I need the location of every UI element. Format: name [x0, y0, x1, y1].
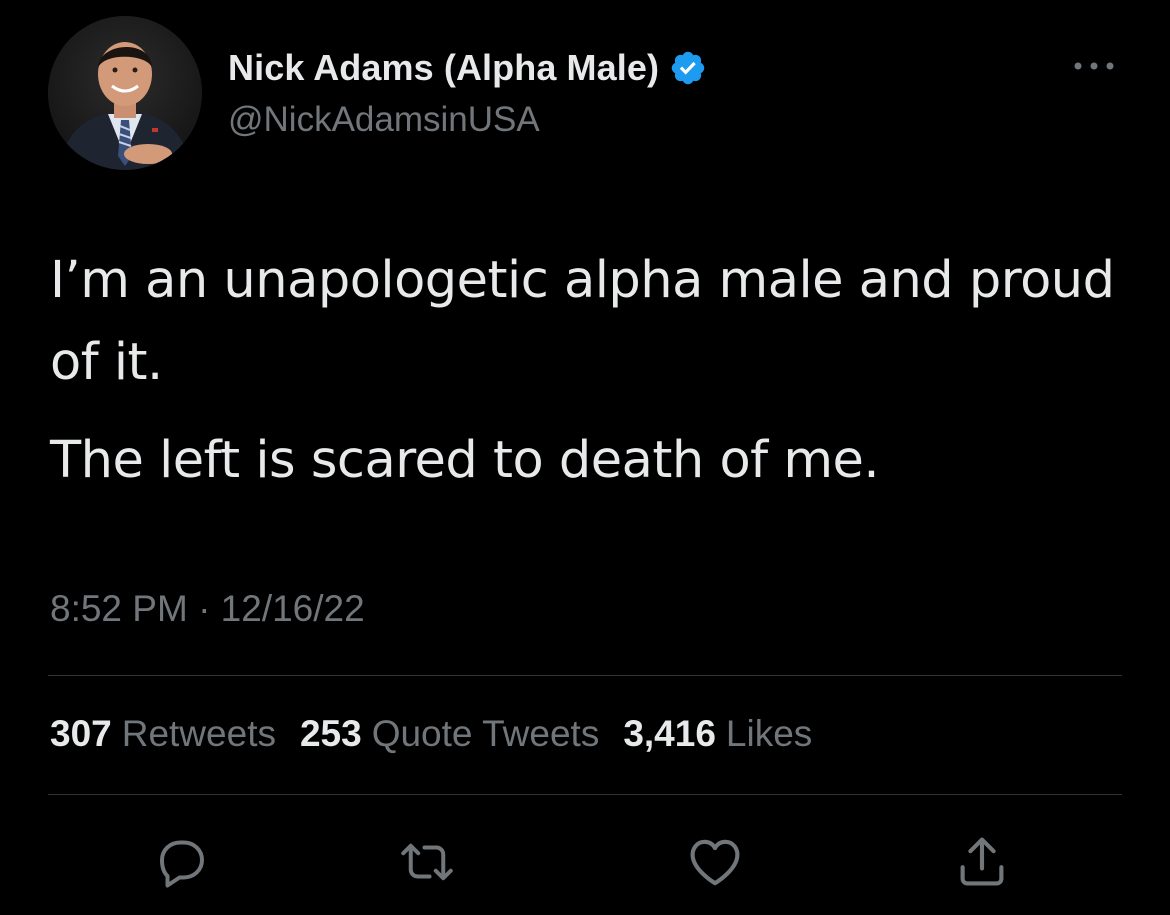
- avatar[interactable]: [48, 16, 202, 170]
- likes-label: Likes: [725, 713, 813, 754]
- tweet-card: Nick Adams (Alpha Male) @NickAdamsinUSA …: [0, 0, 1170, 915]
- quote-tweets-count: 253: [299, 713, 362, 754]
- tweet-paragraph: The left is scared to death of me.: [50, 431, 880, 490]
- tweet-timestamp[interactable]: 8:52 PM · 12/16/22: [50, 588, 365, 630]
- retweets-label: Retweets: [121, 713, 276, 754]
- reply-icon: [160, 840, 204, 888]
- more-options-icon[interactable]: [1070, 54, 1118, 78]
- retweet-icon: [401, 843, 453, 881]
- share-button[interactable]: [950, 830, 1014, 894]
- share-icon: [960, 837, 1004, 886]
- profile-photo-icon: [48, 16, 202, 170]
- reply-button[interactable]: [150, 830, 214, 894]
- author-display-name[interactable]: Nick Adams (Alpha Male): [228, 47, 659, 89]
- likes-count: 3,416: [623, 713, 716, 754]
- tweet-text: I’m an unapologetic alpha male and proud…: [50, 240, 1130, 502]
- like-button[interactable]: [683, 830, 747, 894]
- heart-icon: [690, 839, 740, 886]
- retweet-button[interactable]: [395, 830, 459, 894]
- retweets-stat[interactable]: 307 Retweets: [50, 713, 276, 755]
- author-name-row: Nick Adams (Alpha Male): [228, 46, 707, 90]
- divider: [48, 794, 1122, 795]
- tweet-paragraph: I’m an unapologetic alpha male and proud…: [50, 251, 1115, 392]
- likes-stat[interactable]: 3,416 Likes: [623, 713, 812, 755]
- engagement-stats: 307 Retweets 253 Quote Tweets 3,416 Likes: [50, 713, 812, 755]
- retweets-count: 307: [50, 713, 112, 754]
- divider: [48, 675, 1122, 676]
- quote-tweets-stat[interactable]: 253 Quote Tweets: [300, 713, 599, 755]
- verified-badge-icon: [669, 49, 707, 87]
- quote-tweets-label: Quote Tweets: [371, 713, 600, 754]
- author-handle[interactable]: @NickAdamsinUSA: [228, 100, 540, 140]
